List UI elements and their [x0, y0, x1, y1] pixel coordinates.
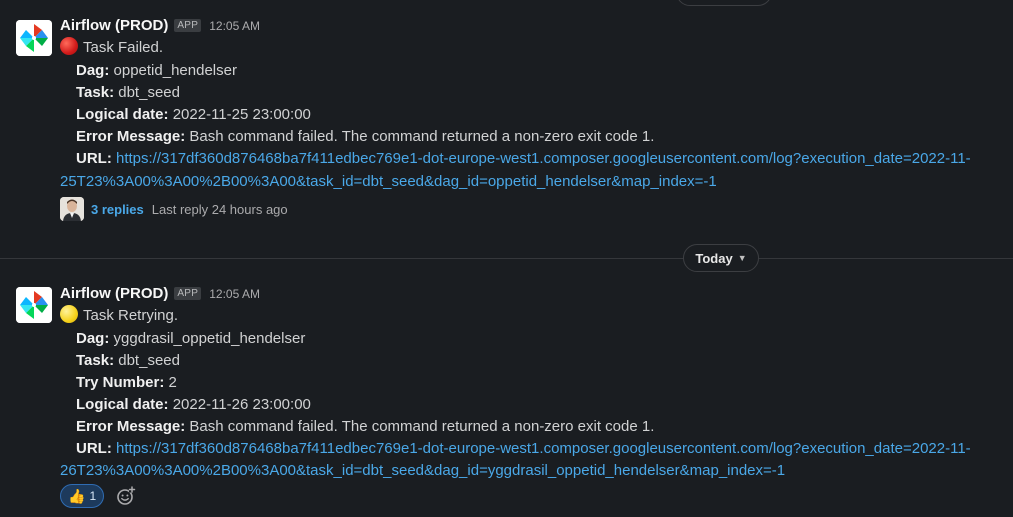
- field-error-message: Error Message: Bash command failed. The …: [76, 418, 655, 435]
- last-reply-text: Last reply 24 hours ago: [151, 201, 288, 217]
- field-label: Task: [76, 84, 110, 101]
- field-value: 2022-11-25 23:00:00: [172, 106, 311, 123]
- status-line: Task Failed.: [60, 37, 163, 59]
- field-url: URL: https://317df360d876468ba7f411edbec…: [76, 440, 971, 457]
- app-badge: APP: [174, 19, 202, 32]
- field-value: yggdrasil_oppetid_hendelser: [113, 330, 306, 347]
- field-label: Error Message: [76, 418, 181, 435]
- url-link[interactable]: https://317df360d876468ba7f411edbec769e1…: [116, 440, 971, 457]
- field-value: Bash command failed. The command returne…: [189, 128, 655, 145]
- status-text: Task Failed.: [83, 39, 164, 56]
- field-value: 2: [168, 374, 177, 391]
- url-link-continued[interactable]: 26T23%3A00%3A00%2B00%3A00&task_id=dbt_se…: [60, 462, 785, 479]
- field-value: dbt_seed: [118, 84, 180, 101]
- field-label: URL: [76, 150, 107, 167]
- reaction-thumbs-up[interactable]: 👍 1: [60, 484, 105, 508]
- status-line: Task Retrying.: [60, 305, 178, 327]
- field-label: Logical date: [76, 106, 164, 123]
- field-label: Dag: [76, 62, 105, 79]
- url-link[interactable]: https://317df360d876468ba7f411edbec769e1…: [116, 150, 971, 167]
- field-logical-date: Logical date: 2022-11-25 23:00:00: [76, 106, 311, 123]
- sender-name[interactable]: Airflow (PROD): [60, 285, 168, 302]
- previous-date-divider-pill[interactable]: [676, 0, 772, 6]
- timestamp[interactable]: 12:05 AM: [209, 19, 260, 33]
- replies-count-link[interactable]: 3 replies: [91, 202, 144, 217]
- red-circle-icon: [60, 37, 78, 55]
- airflow-pinwheel-icon[interactable]: [16, 287, 52, 323]
- thread-summary[interactable]: 3 replies Last reply 24 hours ago: [60, 197, 288, 221]
- field-label: Logical date: [76, 396, 164, 413]
- field-dag: Dag: oppetid_hendelser: [76, 62, 237, 79]
- field-try-number: Try Number: 2: [76, 374, 177, 391]
- field-task: Task: dbt_seed: [76, 352, 180, 369]
- field-label: Try Number: [76, 374, 160, 391]
- add-emoji-icon[interactable]: [114, 484, 138, 508]
- field-value: dbt_seed: [118, 352, 180, 369]
- field-value: oppetid_hendelser: [113, 62, 237, 79]
- field-logical-date: Logical date: 2022-11-26 23:00:00: [76, 396, 311, 413]
- yellow-circle-icon: [60, 305, 78, 323]
- field-label: Task: [76, 352, 110, 369]
- reaction-count: 1: [89, 489, 97, 503]
- app-badge: APP: [174, 287, 202, 300]
- date-divider-line: [0, 258, 1013, 259]
- timestamp[interactable]: 12:05 AM: [209, 287, 260, 301]
- date-divider-label: Today: [695, 250, 733, 266]
- field-error-message: Error Message: Bash command failed. The …: [76, 128, 655, 145]
- field-label: URL: [76, 440, 107, 457]
- url-continuation: 26T23%3A00%3A00%2B00%3A00&task_id=dbt_se…: [60, 460, 785, 482]
- field-value: Bash command failed. The command returne…: [189, 418, 655, 435]
- message-header: Airflow (PROD) APP 12:05 AM: [60, 285, 260, 302]
- chevron-down-icon: ▼: [737, 253, 747, 263]
- reactions-bar: 👍 1: [60, 484, 138, 508]
- airflow-pinwheel-icon[interactable]: [16, 20, 52, 56]
- replier-avatar[interactable]: [60, 197, 84, 221]
- field-url: URL: https://317df360d876468ba7f411edbec…: [76, 150, 971, 167]
- field-dag: Dag: yggdrasil_oppetid_hendelser: [76, 330, 306, 347]
- status-text: Task Retrying.: [83, 307, 179, 324]
- field-value: 2022-11-26 23:00:00: [172, 396, 311, 413]
- message-header: Airflow (PROD) APP 12:05 AM: [60, 17, 260, 34]
- field-task: Task: dbt_seed: [76, 84, 180, 101]
- url-continuation: 25T23%3A00%3A00%2B00%3A00&task_id=dbt_se…: [60, 171, 717, 193]
- field-label: Error Message: [76, 128, 181, 145]
- field-label: Dag: [76, 330, 105, 347]
- sender-name[interactable]: Airflow (PROD): [60, 17, 168, 34]
- url-link-continued[interactable]: 25T23%3A00%3A00%2B00%3A00&task_id=dbt_se…: [60, 173, 717, 190]
- thumbs-up-icon: 👍: [68, 487, 86, 504]
- date-divider-today[interactable]: Today ▼: [683, 244, 759, 272]
